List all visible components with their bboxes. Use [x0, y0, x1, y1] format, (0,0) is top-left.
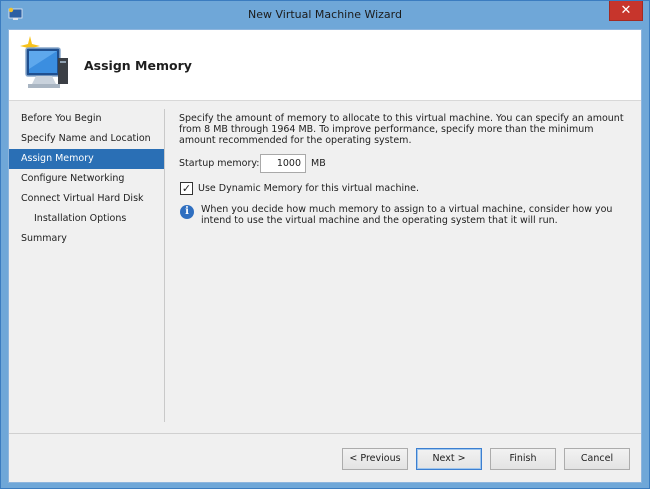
previous-button[interactable]: < Previous: [342, 448, 408, 470]
info-icon: i: [180, 205, 194, 219]
nav-item-assign-memory[interactable]: Assign Memory: [9, 149, 164, 169]
nav-item-installation-options[interactable]: Installation Options: [9, 209, 164, 229]
content-pane: Specify the amount of memory to allocate…: [179, 113, 629, 234]
startup-memory-row: Startup memory: MB: [179, 154, 629, 174]
window-title: New Virtual Machine Wizard: [248, 8, 402, 21]
next-button[interactable]: Next >: [416, 448, 482, 470]
dynamic-memory-checkbox[interactable]: ✓: [180, 182, 193, 195]
memory-description: Specify the amount of memory to allocate…: [179, 113, 624, 146]
footer-divider: [9, 433, 641, 434]
info-text: When you decide how much memory to assig…: [201, 204, 613, 226]
page-title: Assign Memory: [84, 58, 192, 73]
nav-item-summary[interactable]: Summary: [9, 229, 164, 249]
info-note: i When you decide how much memory to ass…: [179, 204, 629, 234]
startup-memory-unit: MB: [311, 158, 326, 169]
finish-button[interactable]: Finish: [490, 448, 556, 470]
wizard-step-list: Before You Begin Specify Name and Locatio…: [9, 109, 164, 422]
wizard-client-area: Assign Memory Before You Begin Specify Na…: [8, 29, 642, 483]
nav-item-before-you-begin[interactable]: Before You Begin: [9, 109, 164, 129]
dynamic-memory-row[interactable]: ✓ Use Dynamic Memory for this virtual ma…: [179, 182, 629, 198]
dynamic-memory-label[interactable]: Use Dynamic Memory for this virtual mach…: [198, 183, 419, 194]
cancel-button[interactable]: Cancel: [564, 448, 630, 470]
virtual-machine-icon: [20, 36, 68, 88]
startup-memory-label: Startup memory:: [179, 158, 260, 169]
title-bar[interactable]: New Virtual Machine Wizard ✕: [1, 1, 649, 29]
nav-item-configure-networking[interactable]: Configure Networking: [9, 169, 164, 189]
wizard-window: New Virtual Machine Wizard ✕ Assign Memo…: [0, 0, 650, 489]
nav-item-specify-name-and-location[interactable]: Specify Name and Location: [9, 129, 164, 149]
nav-divider: [164, 109, 165, 422]
nav-item-connect-virtual-hard-disk[interactable]: Connect Virtual Hard Disk: [9, 189, 164, 209]
wizard-header: Assign Memory: [9, 30, 641, 101]
close-button[interactable]: ✕: [609, 1, 643, 21]
startup-memory-input[interactable]: [260, 154, 306, 173]
